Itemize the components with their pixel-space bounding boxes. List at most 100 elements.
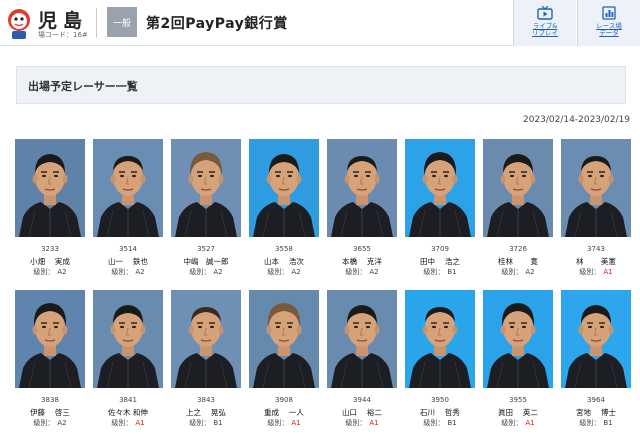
racer-class: 級別： A1 bbox=[561, 267, 631, 277]
venue-code: 場コード：16# bbox=[38, 31, 88, 39]
racer-name[interactable]: 眞田 英二 bbox=[483, 407, 553, 418]
racer-class: 級別： A2 bbox=[93, 267, 163, 277]
racer-portrait-image bbox=[405, 290, 475, 388]
racer-number: 3843 bbox=[197, 396, 215, 404]
racer-photo[interactable] bbox=[15, 290, 85, 388]
racer-photo[interactable] bbox=[483, 290, 553, 388]
racer-class: 級別： B1 bbox=[405, 267, 475, 277]
racer-number: 3838 bbox=[41, 396, 59, 404]
racer-name[interactable]: 伊藤 啓三 bbox=[15, 407, 85, 418]
racer-portrait-image bbox=[483, 290, 553, 388]
racer-portrait-image bbox=[327, 290, 397, 388]
racer-photo[interactable] bbox=[15, 139, 85, 237]
racer-name[interactable]: 山口 裕二 bbox=[327, 407, 397, 418]
racer-class: 級別： B1 bbox=[561, 418, 631, 428]
racer-name[interactable]: 中嶋 誠一郎 bbox=[171, 256, 241, 267]
racer-name[interactable]: 林 美憲 bbox=[561, 256, 631, 267]
racer-portrait-image bbox=[249, 139, 319, 237]
page-header: 児島 場コード：16# 一般 第2回PayPay銀行賞 ライブ& リプレイ レー… bbox=[0, 0, 640, 46]
racer-photo[interactable] bbox=[249, 290, 319, 388]
race-title: 第2回PayPay銀行賞 bbox=[146, 16, 288, 32]
racer-portrait-image bbox=[171, 290, 241, 388]
racer-name[interactable]: 本橋 克洋 bbox=[327, 256, 397, 267]
racer-class-label: 級別： bbox=[189, 419, 211, 427]
racer-name[interactable]: 佐々木 和伸 bbox=[93, 407, 163, 418]
racer-photo[interactable] bbox=[405, 139, 475, 237]
racer-photo[interactable] bbox=[327, 290, 397, 388]
racer-class: 級別： B1 bbox=[405, 418, 475, 428]
racer-class-label: 級別： bbox=[345, 268, 367, 276]
racer-number: 3908 bbox=[275, 396, 293, 404]
racer-class-value: A1 bbox=[603, 268, 613, 276]
live-replay-label[interactable]: ライブ& リプレイ bbox=[532, 22, 558, 38]
race-venue-data-label[interactable]: レース場 データ bbox=[596, 22, 622, 38]
racer-name[interactable]: 宮地 博士 bbox=[561, 407, 631, 418]
race-venue-data-button[interactable]: レース場 データ bbox=[577, 0, 640, 46]
racer-number: 3841 bbox=[119, 396, 137, 404]
racer-class-value: A1 bbox=[135, 419, 145, 427]
racer-class: 級別： A1 bbox=[327, 418, 397, 428]
racer-photo[interactable] bbox=[561, 139, 631, 237]
racer-class-value: A1 bbox=[525, 419, 535, 427]
racer-photo[interactable] bbox=[249, 139, 319, 237]
date-range: 2023/02/14-2023/02/19 bbox=[523, 115, 630, 125]
racer-photo[interactable] bbox=[93, 139, 163, 237]
racer-class-value: A2 bbox=[369, 268, 379, 276]
racer-class: 級別： A2 bbox=[327, 267, 397, 277]
racer-photo[interactable] bbox=[93, 290, 163, 388]
racer-photo[interactable] bbox=[405, 290, 475, 388]
racer-class-label: 級別： bbox=[189, 268, 211, 276]
racer-name[interactable]: 重成 一人 bbox=[249, 407, 319, 418]
racer-class-label: 級別： bbox=[33, 419, 55, 427]
racer-number: 3743 bbox=[587, 245, 605, 253]
venue-mascot-logo[interactable] bbox=[6, 6, 32, 40]
section-title: 出場予定レーサー一覧 bbox=[28, 80, 138, 93]
racer-number: 3709 bbox=[431, 245, 449, 253]
racer-class-label: 級別： bbox=[579, 268, 601, 276]
racer-name[interactable]: 田中 浩之 bbox=[405, 256, 475, 267]
racer-photo[interactable] bbox=[171, 290, 241, 388]
racer-portrait-image bbox=[15, 290, 85, 388]
racer-class: 級別： B1 bbox=[171, 418, 241, 428]
racer-number: 3558 bbox=[275, 245, 293, 253]
racer-name[interactable]: 桂林 寛 bbox=[483, 256, 553, 267]
racer-portrait-image bbox=[561, 290, 631, 388]
racer-class-label: 級別： bbox=[423, 419, 445, 427]
racer-portrait-image bbox=[171, 139, 241, 237]
racer-class-label: 級別： bbox=[501, 268, 523, 276]
racer-name[interactable]: 山本 浩次 bbox=[249, 256, 319, 267]
racer-class-value: A1 bbox=[369, 419, 379, 427]
racer-photo[interactable] bbox=[171, 139, 241, 237]
racer-row: 3838 伊藤 啓三 級別： A2 3841 佐々木 和伸 級別： A1 384… bbox=[15, 290, 631, 436]
header-divider bbox=[96, 8, 97, 38]
racer-number: 3527 bbox=[197, 245, 215, 253]
racer-class-label: 級別： bbox=[579, 419, 601, 427]
live-replay-button[interactable]: ライブ& リプレイ bbox=[513, 0, 576, 46]
racer-class-value: A2 bbox=[213, 268, 223, 276]
venue-name: 児島 bbox=[38, 10, 89, 32]
racer-class: 級別： A1 bbox=[93, 418, 163, 428]
racer-name[interactable]: 小畑 実成 bbox=[15, 256, 85, 267]
tv-icon bbox=[537, 6, 553, 20]
racer-class: 級別： A1 bbox=[249, 418, 319, 428]
bar-chart-icon bbox=[602, 6, 616, 20]
racer-photo[interactable] bbox=[483, 139, 553, 237]
racer-portrait-image bbox=[405, 139, 475, 237]
racer-name[interactable]: 上之 晃弘 bbox=[171, 407, 241, 418]
racer-number: 3655 bbox=[353, 245, 371, 253]
racer-photo[interactable] bbox=[327, 139, 397, 237]
racer-class-value: A2 bbox=[135, 268, 145, 276]
racer-class: 級別： A1 bbox=[483, 418, 553, 428]
racer-class-value: B1 bbox=[603, 419, 613, 427]
racer-photo[interactable] bbox=[561, 290, 631, 388]
racer-row: 3233 小畑 実成 級別： A2 3514 山一 鉄也 級別： A2 3527… bbox=[15, 139, 631, 285]
racer-class: 級別： A2 bbox=[249, 267, 319, 277]
racer-name[interactable]: 石川 哲秀 bbox=[405, 407, 475, 418]
racer-number: 3944 bbox=[353, 396, 371, 404]
racer-class-label: 級別： bbox=[111, 419, 133, 427]
racer-number: 3514 bbox=[119, 245, 137, 253]
racer-number: 3964 bbox=[587, 396, 605, 404]
racer-class-label: 級別： bbox=[33, 268, 55, 276]
racer-number: 3233 bbox=[41, 245, 59, 253]
racer-name[interactable]: 山一 鉄也 bbox=[93, 256, 163, 267]
